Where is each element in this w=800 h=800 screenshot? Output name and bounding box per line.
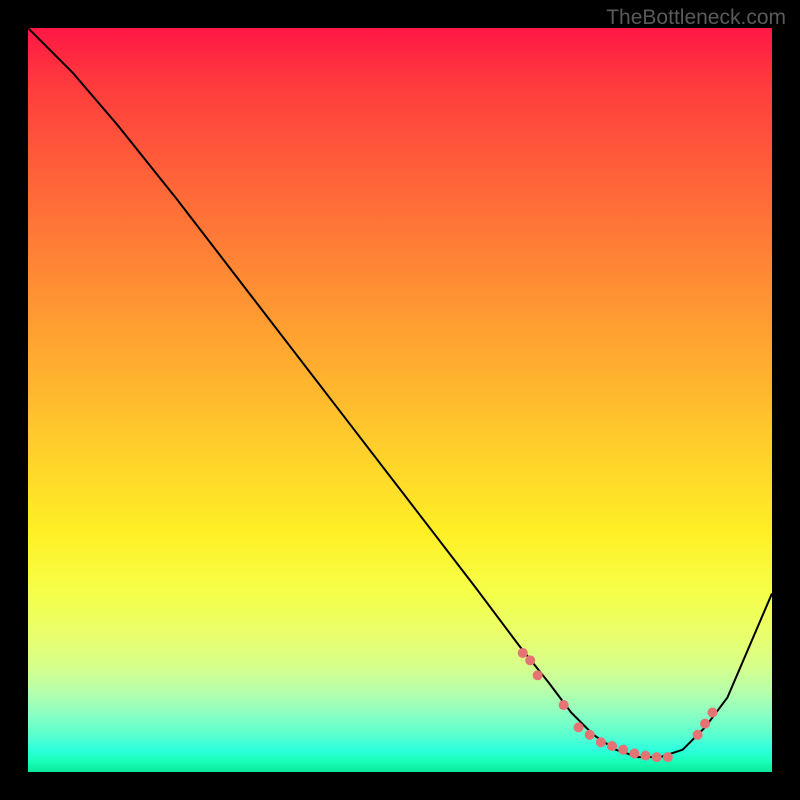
data-point [518, 648, 528, 658]
data-point [693, 730, 703, 740]
watermark-text: TheBottleneck.com [606, 6, 786, 30]
data-point [618, 745, 628, 755]
data-point [559, 700, 569, 710]
bottleneck-curve-line [28, 28, 772, 757]
curve-group [28, 28, 772, 757]
data-point [574, 722, 584, 732]
data-point [663, 752, 673, 762]
data-point [707, 707, 717, 717]
data-point [641, 751, 651, 761]
data-point [525, 655, 535, 665]
data-point [700, 719, 710, 729]
data-point [607, 741, 617, 751]
data-point [585, 730, 595, 740]
data-point [596, 737, 606, 747]
data-point [629, 748, 639, 758]
chart-svg [28, 28, 772, 772]
data-point [533, 670, 543, 680]
chart-area [28, 28, 772, 772]
data-point [652, 752, 662, 762]
